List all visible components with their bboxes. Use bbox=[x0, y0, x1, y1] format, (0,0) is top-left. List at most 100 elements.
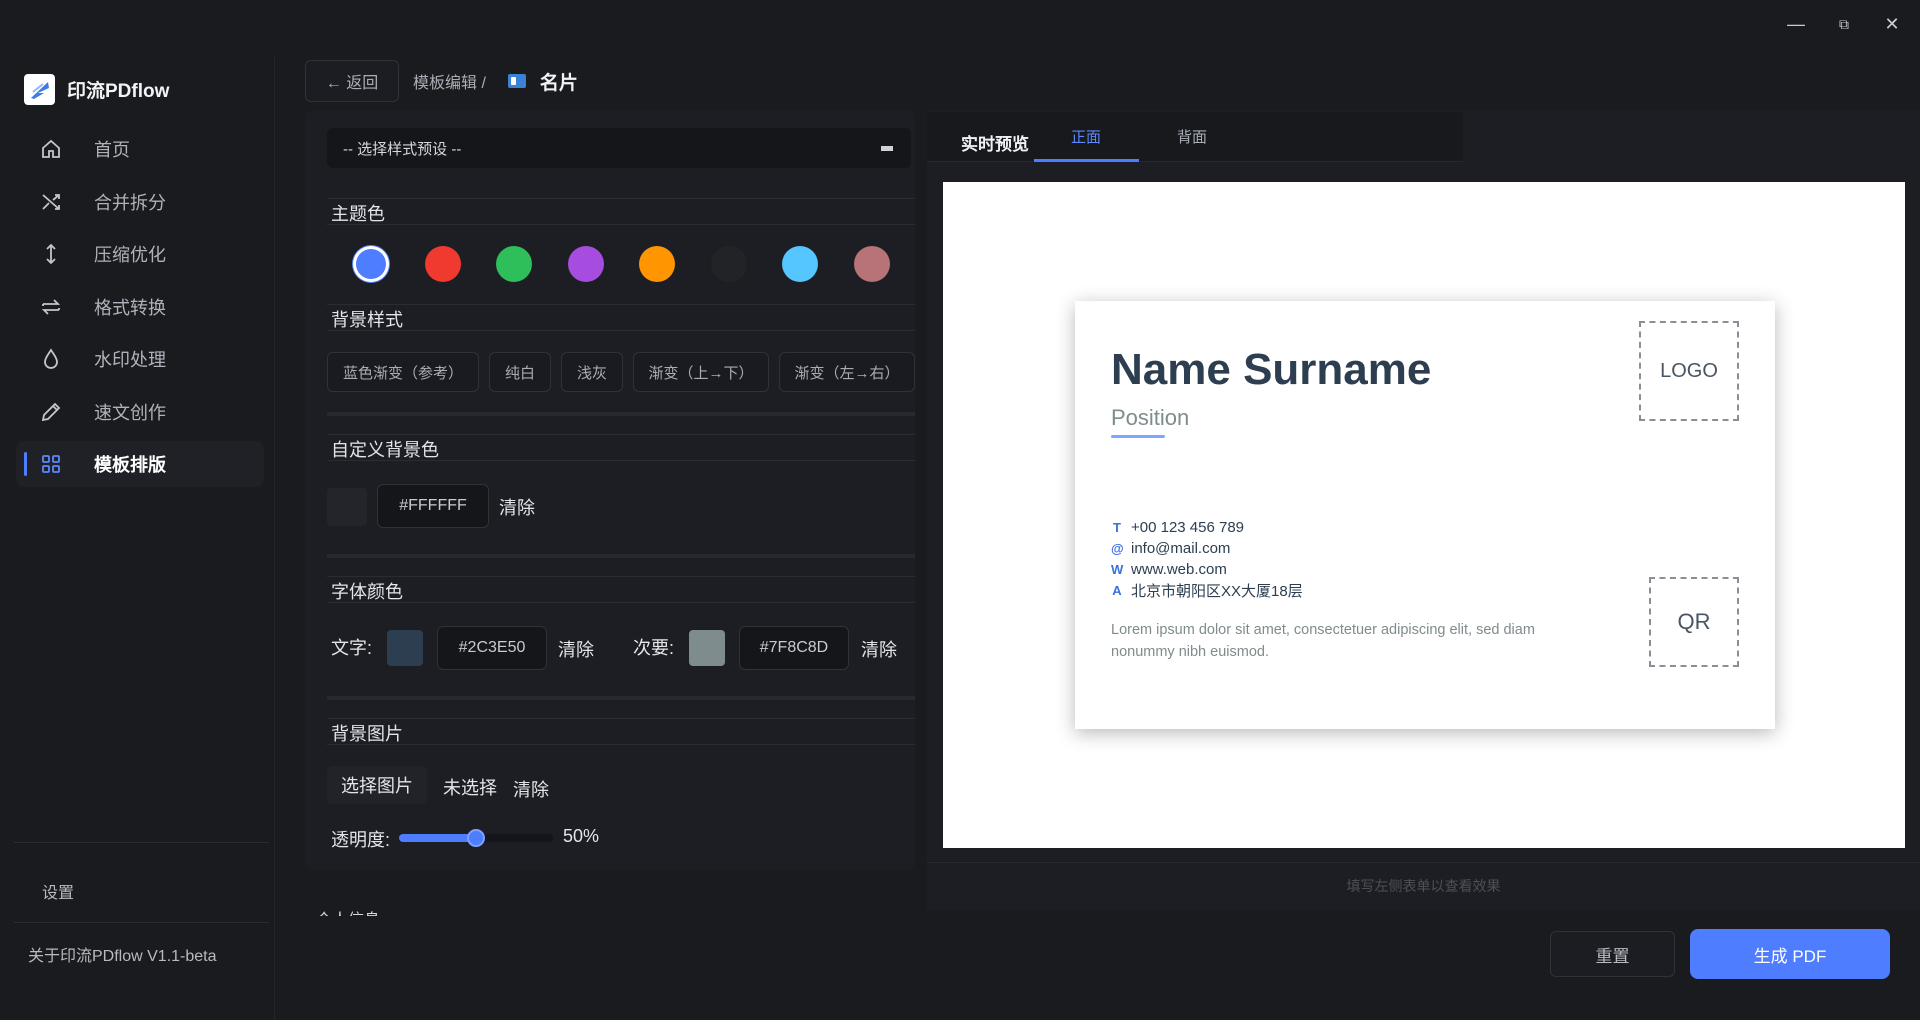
bg-style-option[interactable]: 蓝色渐变（参考） bbox=[327, 352, 479, 392]
clear-text-color-button[interactable]: 清除 bbox=[558, 634, 594, 664]
theme-color-swatch[interactable] bbox=[353, 246, 389, 282]
dropdown-icon bbox=[881, 146, 893, 151]
opacity-slider[interactable] bbox=[399, 829, 553, 847]
opacity-slider-fill bbox=[399, 834, 476, 842]
minimize-icon[interactable]: — bbox=[1782, 10, 1810, 38]
text-color-label: 文字: bbox=[331, 638, 373, 658]
preset-select-value: -- 选择样式预设 -- bbox=[343, 140, 462, 158]
pick-image-button[interactable]: 选择图片 bbox=[327, 766, 427, 804]
sidebar-item-merge-split[interactable]: 合并拆分 bbox=[16, 179, 264, 225]
divider bbox=[327, 576, 915, 577]
theme-color-swatch[interactable] bbox=[424, 246, 461, 282]
clear-secondary-color-button[interactable]: 清除 bbox=[861, 634, 897, 664]
bg-style-option[interactable]: 渐变（上→下） bbox=[633, 352, 769, 392]
text-color-hex-input[interactable]: #2C3E50 bbox=[437, 626, 547, 670]
theme-color-swatch[interactable] bbox=[639, 246, 675, 282]
clear-image-button[interactable]: 清除 bbox=[513, 774, 549, 804]
sidebar-item-label: 首页 bbox=[94, 140, 130, 160]
bg-style-option[interactable]: 渐变（左→右） bbox=[779, 352, 915, 392]
secondary-color-swatch[interactable] bbox=[689, 630, 725, 666]
page-title: 名片 bbox=[539, 72, 578, 94]
divider bbox=[327, 224, 915, 225]
image-file-status: 未选择 bbox=[443, 778, 497, 798]
sidebar-item-writing[interactable]: 速文创作 bbox=[16, 389, 264, 435]
card-contact-email: @ info@mail.com bbox=[1111, 538, 1303, 559]
style-preset-select[interactable]: -- 选择样式预设 -- bbox=[327, 128, 911, 168]
bg-image-label: 背景图片 bbox=[331, 724, 403, 744]
divider bbox=[327, 412, 915, 416]
tab-front[interactable]: 正面 bbox=[1071, 126, 1101, 147]
text-color-swatch[interactable] bbox=[387, 630, 423, 666]
bg-style-option[interactable]: 浅灰 bbox=[561, 352, 623, 392]
card-logo-placeholder: LOGO bbox=[1639, 321, 1739, 421]
home-icon bbox=[38, 136, 64, 162]
shuffle-icon bbox=[38, 189, 64, 215]
theme-color-swatch[interactable] bbox=[710, 246, 747, 282]
preview-title: 实时预览 bbox=[961, 135, 1029, 154]
app-name: 印流PDflow bbox=[67, 81, 170, 102]
compress-arrows-icon bbox=[38, 241, 64, 267]
divider bbox=[327, 602, 915, 603]
preview-hint: 填写左侧表单以查看效果 bbox=[1346, 878, 1501, 894]
divider bbox=[327, 696, 915, 700]
sidebar: 印流PDflow 首页 合并拆分 压缩优化 格式转换 水印处理 速文创作 模板排… bbox=[0, 56, 275, 1020]
contact-key: W bbox=[1111, 562, 1124, 577]
close-icon[interactable]: ✕ bbox=[1878, 10, 1906, 38]
preview-canvas: Name Surname Position LOGO T +00 123 456… bbox=[943, 182, 1905, 848]
font-color-label: 字体颜色 bbox=[331, 582, 403, 602]
divider bbox=[327, 554, 915, 558]
about-link[interactable]: 关于印流PDflow V1.1-beta bbox=[28, 942, 217, 966]
back-button[interactable]: ← 返回 bbox=[305, 60, 399, 102]
divider bbox=[14, 842, 269, 843]
bg-style-option[interactable]: 纯白 bbox=[489, 352, 551, 392]
sidebar-item-templates[interactable]: 模板排版 bbox=[16, 441, 264, 487]
theme-color-swatch[interactable] bbox=[567, 246, 604, 282]
settings-link[interactable]: 设置 bbox=[42, 879, 74, 903]
card-name: Name Surname bbox=[1111, 345, 1432, 394]
sidebar-item-compress[interactable]: 压缩优化 bbox=[16, 231, 264, 277]
breadcrumb[interactable]: 模板编辑 / bbox=[413, 69, 486, 93]
sidebar-item-label: 模板排版 bbox=[94, 455, 166, 475]
personal-info-section-label: 个人信息 bbox=[316, 906, 380, 916]
droplet-icon bbox=[38, 346, 64, 372]
grid-icon bbox=[38, 451, 64, 477]
card-description: Lorem ipsum dolor sit amet, consectetuer… bbox=[1111, 622, 1535, 660]
maximize-icon[interactable]: ⧉ bbox=[1830, 10, 1858, 38]
preview-panel: 实时预览 正面 背面 Name Surname Position LOGO T … bbox=[927, 110, 1920, 910]
app-logo-icon bbox=[24, 74, 55, 105]
card-contacts: T +00 123 456 789 @ info@mail.com W www.… bbox=[1111, 517, 1303, 601]
theme-color-swatch[interactable] bbox=[782, 246, 818, 282]
sidebar-item-home[interactable]: 首页 bbox=[16, 126, 264, 172]
card-position: Position bbox=[1111, 405, 1190, 430]
divider bbox=[14, 922, 269, 923]
secondary-color-hex-input[interactable]: #7F8C8D bbox=[739, 626, 849, 670]
tab-back[interactable]: 背面 bbox=[1177, 126, 1207, 147]
contact-key: A bbox=[1112, 583, 1122, 598]
convert-arrows-icon bbox=[38, 294, 64, 320]
contact-value: +00 123 456 789 bbox=[1131, 519, 1245, 536]
custom-bg-hex-input[interactable]: #FFFFFF bbox=[377, 484, 489, 528]
reset-button[interactable]: 重置 bbox=[1550, 931, 1675, 977]
card-accent-line bbox=[1111, 435, 1165, 438]
contact-value: www.web.com bbox=[1131, 561, 1227, 578]
sidebar-item-label: 格式转换 bbox=[94, 297, 166, 318]
divider bbox=[327, 434, 915, 435]
active-tab-indicator bbox=[1034, 159, 1139, 162]
opacity-slider-thumb[interactable] bbox=[467, 829, 485, 847]
clear-custom-bg-button[interactable]: 清除 bbox=[499, 492, 535, 522]
theme-color-swatch[interactable] bbox=[853, 246, 890, 282]
custom-bg-color-swatch[interactable] bbox=[327, 488, 367, 526]
sidebar-item-label: 压缩优化 bbox=[94, 245, 166, 265]
contact-key: T bbox=[1113, 520, 1121, 535]
business-card-icon bbox=[507, 74, 526, 88]
sidebar-item-watermark[interactable]: 水印处理 bbox=[16, 336, 264, 382]
divider bbox=[327, 304, 915, 305]
generate-pdf-button[interactable]: 生成 PDF bbox=[1690, 929, 1890, 979]
card-contact-phone: T +00 123 456 789 bbox=[1111, 517, 1303, 538]
contact-value: info@mail.com bbox=[1131, 540, 1231, 557]
theme-color-swatch[interactable] bbox=[496, 246, 532, 282]
divider bbox=[327, 198, 915, 199]
card-contact-address: A 北京市朝阳区XX大厦18层 bbox=[1111, 580, 1302, 601]
sidebar-item-convert[interactable]: 格式转换 bbox=[16, 284, 264, 330]
window-controls: — ⧉ ✕ bbox=[1782, 10, 1906, 38]
